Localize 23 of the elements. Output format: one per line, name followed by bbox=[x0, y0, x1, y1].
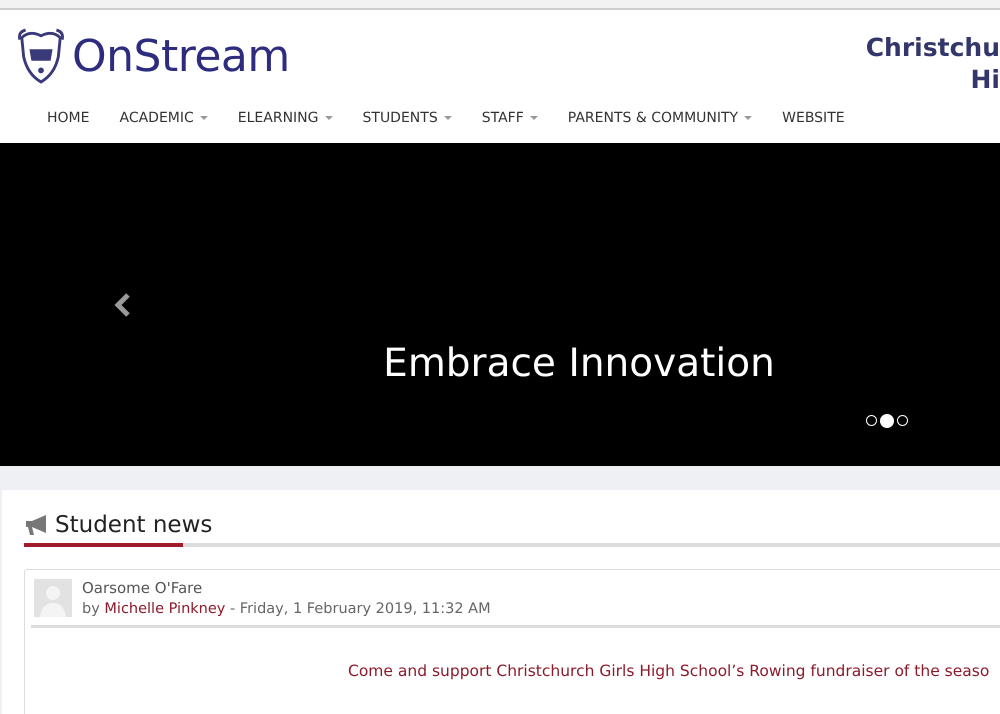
school-name: Christchu bbox=[866, 32, 1000, 64]
nav-menu-item[interactable]: STAFF bbox=[482, 110, 538, 126]
previous-slide-icon[interactable] bbox=[112, 292, 132, 318]
site-logo-text[interactable]: OnStream bbox=[72, 30, 290, 82]
nav-menu-item[interactable]: ACADEMIC bbox=[119, 110, 208, 126]
slide-indicator[interactable] bbox=[866, 415, 877, 426]
nav-menu-item[interactable]: STUDENTS bbox=[362, 110, 452, 126]
post-subject[interactable]: Oarsome O'Fare bbox=[82, 579, 491, 597]
nav-menu-item[interactable]: ELEARNING bbox=[238, 110, 332, 126]
nav-menu-item[interactable]: HOME bbox=[47, 110, 90, 126]
byline-prefix: by bbox=[82, 601, 100, 617]
slide-caption: Embrace Innovation bbox=[383, 341, 775, 386]
section-heading: Student news bbox=[55, 512, 212, 538]
author-link[interactable]: Michelle Pinkney bbox=[104, 601, 226, 617]
slide-indicator[interactable] bbox=[897, 415, 908, 426]
school-name: Hi bbox=[970, 64, 1000, 96]
post-date: - Friday, 1 February 2019, 11:32 AM bbox=[230, 601, 491, 617]
avatar-icon bbox=[34, 579, 72, 617]
nav-menu-item[interactable]: PARENTS & COMMUNITY bbox=[568, 110, 752, 126]
crest-icon bbox=[16, 28, 66, 84]
slide-indicator[interactable] bbox=[880, 414, 894, 428]
nav-menu-item[interactable]: WEBSITE bbox=[782, 110, 845, 126]
post-message: Come and support Christchurch Girls High School’s Rowing fundraiser of the seaso bbox=[348, 662, 990, 680]
